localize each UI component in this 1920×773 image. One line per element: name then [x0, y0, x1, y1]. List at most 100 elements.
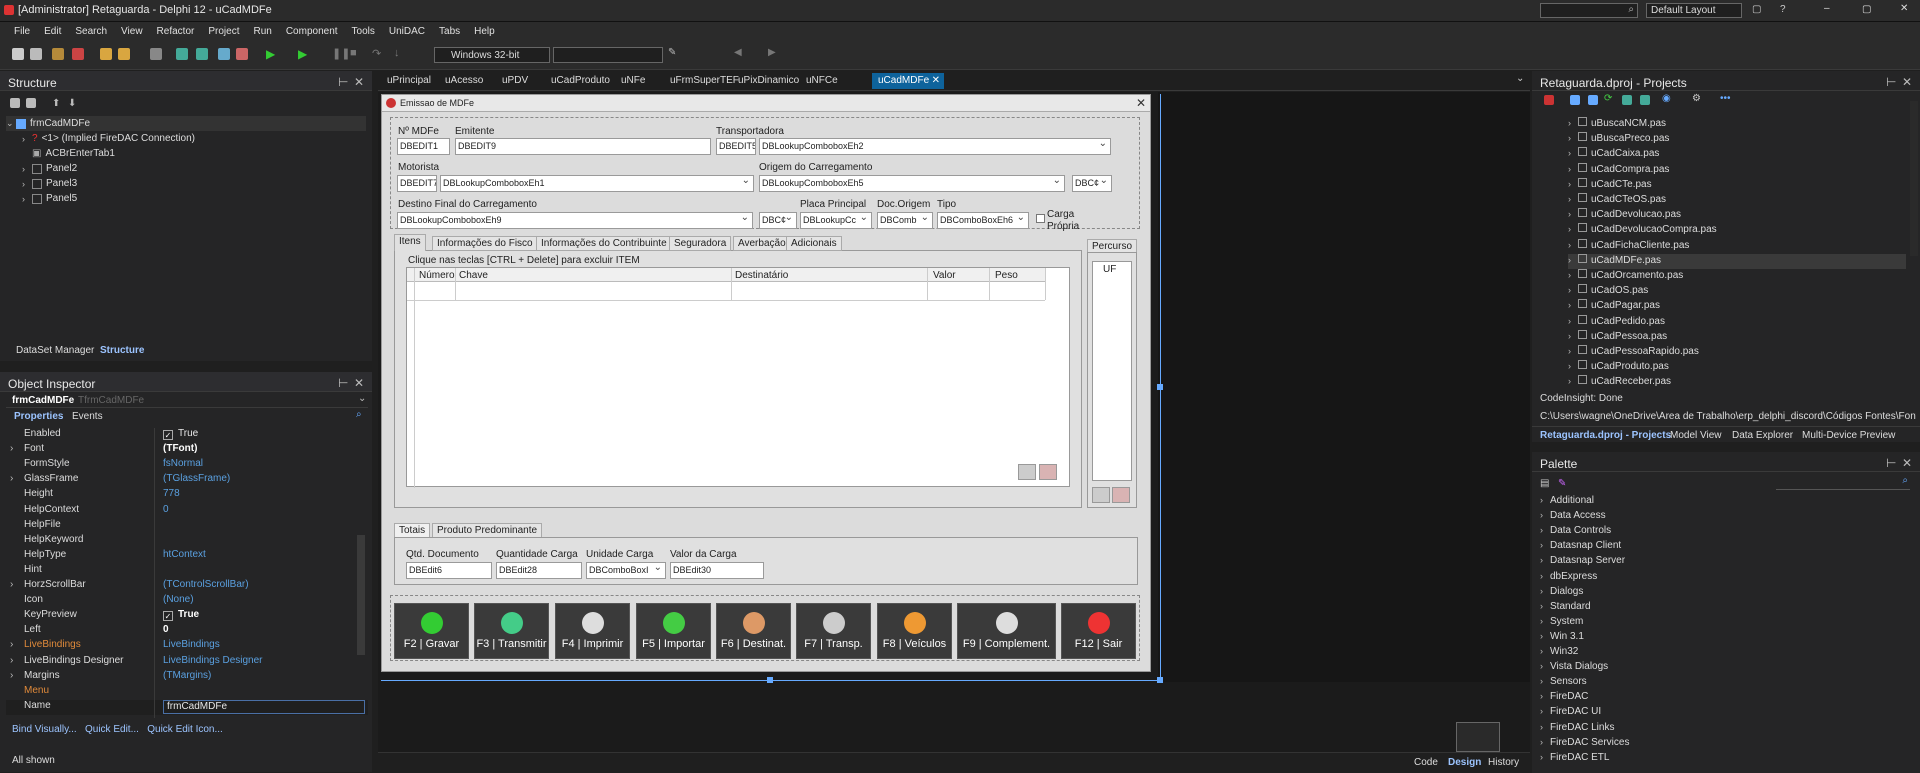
palette-category[interactable]: › Win32	[1540, 646, 1578, 661]
palette-category[interactable]: › FireDAC Links	[1540, 722, 1614, 737]
palette-category[interactable]: › Vista Dialogs	[1540, 661, 1608, 676]
pause-icon[interactable]: ❚❚	[332, 47, 350, 60]
tree-item[interactable]: › Panel3	[22, 176, 77, 191]
pin-icon[interactable]: ⊢	[338, 75, 348, 89]
property-row[interactable]: › LiveBindings LiveBindings	[6, 639, 368, 654]
collapse-icon[interactable]: ⌄	[6, 118, 16, 129]
property-row[interactable]: › Margins (TMargins)	[6, 670, 368, 685]
project-file[interactable]: › uBuscaNCM.pas	[1568, 117, 1906, 132]
expand-icon[interactable]: ›	[10, 579, 13, 590]
help-icon[interactable]: ?	[1780, 4, 1786, 15]
expand-icon[interactable]: ›	[1540, 555, 1550, 565]
expand-icon[interactable]: ›	[1568, 133, 1578, 143]
palette-category[interactable]: › Dialogs	[1540, 586, 1583, 601]
editor-tab[interactable]: uNFCe	[800, 73, 870, 89]
expand-icon[interactable]: ›	[1568, 331, 1578, 341]
project-file[interactable]: › uCadOrcamento.pas	[1568, 269, 1906, 284]
tab-produto-predominante[interactable]: Produto Predominante	[432, 523, 543, 538]
remove-file-icon[interactable]	[236, 48, 248, 60]
menu-item[interactable]: Help	[474, 26, 495, 37]
expand-icon[interactable]: ›	[1568, 194, 1578, 204]
property-row[interactable]: Height 778	[6, 488, 368, 503]
palette-category[interactable]: › Sensors	[1540, 676, 1587, 691]
add-icon[interactable]	[1588, 95, 1598, 105]
property-row[interactable]: FormStyle fsNormal	[6, 458, 368, 473]
expand-icon[interactable]: ›	[1568, 300, 1578, 310]
editor-tab[interactable]: uAcesso	[439, 73, 494, 89]
tab-design[interactable]: Design	[1448, 757, 1481, 768]
back-icon[interactable]: ◀	[734, 47, 742, 58]
palette-category[interactable]: › Datasnap Server	[1540, 555, 1625, 570]
step-into-icon[interactable]: ↓	[394, 47, 400, 59]
maximize-icon[interactable]: ▢	[1862, 4, 1871, 15]
print-grid-icon[interactable]	[1039, 464, 1057, 480]
palette-category[interactable]: › FireDAC UI	[1540, 706, 1601, 721]
origem-combo[interactable]: DBLookupComboboxEh5	[759, 175, 1065, 192]
palette-menu-icon[interactable]: ▤	[1540, 478, 1549, 489]
close-icon[interactable]: ✕	[1902, 75, 1912, 89]
expand-icon[interactable]: ›	[1540, 661, 1550, 671]
print-grid-icon[interactable]	[1112, 487, 1130, 503]
quantidade-carga-field[interactable]: DBEdit28	[496, 562, 582, 579]
run-icon[interactable]: ▶	[266, 47, 275, 61]
pin-icon[interactable]: ⊢	[1886, 456, 1896, 470]
palette-category[interactable]: › Standard	[1540, 601, 1591, 616]
property-row[interactable]: KeyPreview ✓ True	[6, 609, 368, 624]
palette-category[interactable]: › dbExpress	[1540, 571, 1597, 586]
forward-icon[interactable]: ▶	[768, 47, 776, 58]
menu-item[interactable]: UniDAC	[389, 26, 425, 37]
delete-icon[interactable]	[26, 98, 36, 108]
tab-model-view[interactable]: Model View	[1670, 430, 1722, 441]
new-items-icon[interactable]	[30, 48, 42, 60]
tree-root[interactable]: ⌄ frmCadMDFe	[6, 116, 366, 131]
destino-uf-combo[interactable]: DBC¢	[759, 212, 797, 229]
form-tab[interactable]: Adicionais	[786, 236, 842, 251]
property-row[interactable]: › HorzScrollBar (TControlScrollBar)	[6, 579, 368, 594]
complement-button[interactable]: F9 | Complement.	[957, 603, 1056, 659]
expand-icon[interactable]: ›	[1568, 361, 1578, 371]
import-button[interactable]: F5 | Importar	[636, 603, 711, 659]
tree-item[interactable]: ›? <1> (Implied FireDAC Connection)	[22, 131, 195, 146]
palette-category[interactable]: › Data Controls	[1540, 525, 1611, 540]
project-file[interactable]: › uCadDevolucaoCompra.pas	[1568, 223, 1906, 238]
search-box[interactable]: ⌕	[1540, 3, 1638, 18]
palette-category[interactable]: › Datasnap Client	[1540, 540, 1621, 555]
project-file[interactable]: › uCadCTeOS.pas	[1568, 193, 1906, 208]
property-row[interactable]: Hint	[6, 564, 368, 579]
expand-icon[interactable]: ›	[1540, 691, 1550, 701]
expand-icon[interactable]: ›	[1540, 510, 1550, 520]
project-file[interactable]: › uCadMDFe.pas	[1568, 253, 1906, 269]
property-row[interactable]: Enabled ✓ True	[6, 428, 368, 443]
config-manage-icon[interactable]: ✎	[668, 47, 676, 58]
export-icon[interactable]	[1018, 464, 1036, 480]
project-icon[interactable]	[196, 48, 208, 60]
expand-icon[interactable]: ›	[1568, 255, 1578, 265]
run-no-debug-icon[interactable]: ▶	[298, 47, 307, 61]
transportadora-combo[interactable]: DBLookupComboboxEh2	[759, 138, 1111, 155]
settings-icon[interactable]: ⚙	[1692, 93, 1701, 104]
menu-item[interactable]: Component	[286, 26, 338, 37]
form-tab[interactable]: Informações do Contribuinte	[536, 236, 672, 251]
layout-save-icon[interactable]: ▢	[1752, 4, 1761, 15]
property-row[interactable]: HelpType htContext	[6, 549, 368, 564]
project-file[interactable]: › uCadPagar.pas	[1568, 299, 1906, 314]
expand-icon[interactable]: ›	[1540, 737, 1550, 747]
save-button[interactable]: F2 | Gravar	[394, 603, 469, 659]
palette-category[interactable]: › FireDAC Services	[1540, 737, 1629, 752]
move-up-icon[interactable]: ⬆	[52, 98, 60, 109]
tab-events[interactable]: Events	[72, 411, 103, 422]
expand-icon[interactable]: ›	[1540, 616, 1550, 626]
form-tab[interactable]: Seguradora	[669, 236, 732, 251]
expand-icon[interactable]: ›	[1540, 722, 1550, 732]
property-row[interactable]: HelpKeyword	[6, 534, 368, 549]
export-icon[interactable]	[1092, 487, 1110, 503]
project-file[interactable]: › uCadDevolucao.pas	[1568, 208, 1906, 223]
stop-icon[interactable]: ■	[350, 47, 357, 59]
items-grid[interactable]: Número Chave Destinatário Valor Peso	[406, 267, 1070, 488]
form-tab[interactable]: Itens	[394, 234, 426, 251]
tab-history[interactable]: History	[1488, 757, 1519, 768]
form-tab[interactable]: Informações do Fisco	[432, 236, 538, 251]
project-file[interactable]: › uCadFichaCliente.pas	[1568, 238, 1906, 254]
editor-tab[interactable]: uCadProduto	[545, 73, 613, 89]
placa-combo[interactable]: DBLookupCc	[800, 212, 872, 229]
